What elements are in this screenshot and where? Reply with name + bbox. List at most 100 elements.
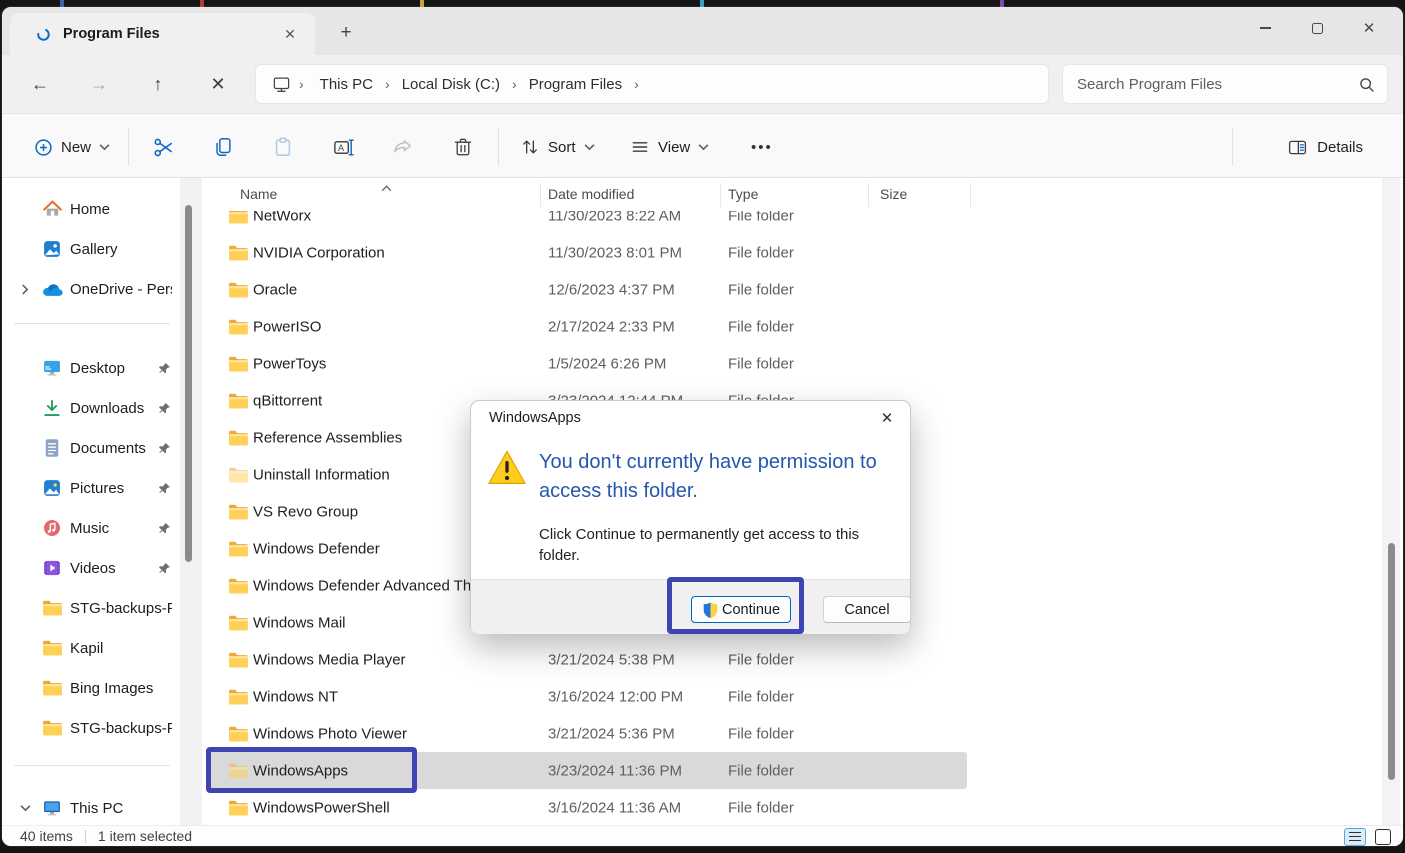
sidebar: HomeGalleryOneDrive - Pers Desktop Downloa… xyxy=(2,178,180,825)
sidebar-item-label: STG-backups-Fl xyxy=(70,600,172,617)
sidebar-item-desktop[interactable]: Desktop xyxy=(2,348,180,388)
search-input[interactable] xyxy=(1077,76,1358,93)
address-bar[interactable]: › This PC›Local Disk (C:)›Program Files› xyxy=(255,64,1049,104)
maximize-button[interactable] xyxy=(1291,7,1343,49)
new-tab-button[interactable]: + xyxy=(332,19,360,47)
close-button[interactable]: ✕ xyxy=(1343,7,1395,49)
chevron-right-icon[interactable] xyxy=(16,284,34,295)
list-scrollbar xyxy=(1382,178,1400,825)
file-row-windowspowershell[interactable]: WindowsPowerShell3/16/2024 11:36 AMFile … xyxy=(210,789,967,826)
cut-button[interactable] xyxy=(143,127,183,167)
permission-dialog: WindowsApps ✕ You don't currently have p… xyxy=(470,400,911,633)
breadcrumb-chevron-icon[interactable]: › xyxy=(508,76,521,92)
file-row-powertoys[interactable]: PowerToys1/5/2024 6:26 PMFile folder xyxy=(210,345,967,382)
file-row-windows-nt[interactable]: Windows NT3/16/2024 12:00 PMFile folder xyxy=(210,678,967,715)
sidebar-item-documents[interactable]: Documents xyxy=(2,428,180,468)
chevron-down-icon[interactable] xyxy=(16,804,34,812)
icons-view-toggle[interactable] xyxy=(1375,829,1391,845)
file-name: Windows Defender Advanced Th xyxy=(253,577,471,594)
breadcrumb-item[interactable]: Program Files xyxy=(521,73,630,96)
sidebar-item-label: Videos xyxy=(70,560,151,577)
dialog-close-icon[interactable]: ✕ xyxy=(874,407,900,429)
tab-program-files[interactable]: Program Files ✕ xyxy=(10,13,315,55)
sidebar-item-music[interactable]: Music xyxy=(2,508,180,548)
folder-icon xyxy=(228,688,249,706)
sidebar-item-kapil[interactable]: Kapil xyxy=(2,628,180,668)
breadcrumb-item[interactable]: This PC xyxy=(312,73,381,96)
view-icon xyxy=(630,137,650,157)
sort-button[interactable]: Sort xyxy=(510,129,605,165)
share-icon xyxy=(392,136,414,158)
sidebar-item-label: This PC xyxy=(70,800,172,817)
breadcrumb-item[interactable]: Local Disk (C:) xyxy=(394,73,508,96)
column-separator[interactable] xyxy=(720,183,721,207)
file-row-windows-photo-viewer[interactable]: Windows Photo Viewer3/21/2024 5:36 PMFil… xyxy=(210,715,967,752)
details-pane-button[interactable]: Details xyxy=(1277,129,1373,165)
up-button[interactable]: ↑ xyxy=(140,67,176,101)
sidebar-item-stg-backups-fl[interactable]: STG-backups-Fl xyxy=(2,588,180,628)
sidebar-item-label: Desktop xyxy=(70,360,151,377)
sidebar-item-onedrive-pers[interactable]: OneDrive - Pers xyxy=(2,269,180,309)
column-separator[interactable] xyxy=(868,183,869,207)
stop-refresh-button[interactable]: ✕ xyxy=(200,67,236,101)
list-scrollbar-thumb[interactable] xyxy=(1388,543,1395,780)
cut-icon xyxy=(152,136,175,159)
rename-button[interactable]: A xyxy=(323,127,363,167)
folder-icon xyxy=(228,355,249,373)
file-type: File folder xyxy=(728,688,794,705)
folder-icon xyxy=(228,503,249,521)
search-icon[interactable] xyxy=(1358,76,1375,93)
chevron-down-icon xyxy=(584,143,595,151)
column-header-size[interactable]: Size xyxy=(880,186,907,202)
view-label: View xyxy=(658,139,690,156)
continue-button[interactable]: Continue xyxy=(691,596,791,623)
column-header-name[interactable]: Name xyxy=(240,186,277,202)
delete-button[interactable] xyxy=(443,127,483,167)
column-header-date[interactable]: Date modified xyxy=(548,186,634,202)
sidebar-item-label: Bing Images xyxy=(70,680,172,697)
column-header-type[interactable]: Type xyxy=(728,186,758,202)
tab-close-icon[interactable]: ✕ xyxy=(279,23,301,45)
file-type: File folder xyxy=(728,355,794,372)
details-view-toggle[interactable] xyxy=(1344,828,1366,846)
more-options-button[interactable]: ••• xyxy=(739,129,785,165)
sidebar-item-downloads[interactable]: Downloads xyxy=(2,388,180,428)
file-type: File folder xyxy=(728,651,794,668)
sidebar-item-label: Documents xyxy=(70,440,151,457)
file-row-oracle[interactable]: Oracle12/6/2023 4:37 PMFile folder xyxy=(210,271,967,308)
view-button[interactable]: View xyxy=(620,129,719,165)
search-box[interactable] xyxy=(1062,64,1388,104)
new-button[interactable]: New xyxy=(24,129,120,165)
loading-spinner-icon xyxy=(36,27,51,42)
sidebar-item-pictures[interactable]: Pictures xyxy=(2,468,180,508)
file-name: PowerISO xyxy=(253,318,321,335)
minimize-button[interactable] xyxy=(1239,7,1291,49)
cancel-button[interactable]: Cancel xyxy=(823,596,911,623)
folder-icon xyxy=(228,799,249,817)
sidebar-item-gallery[interactable]: Gallery xyxy=(2,229,180,269)
forward-button[interactable]: → xyxy=(81,67,117,101)
view-toggles xyxy=(1344,826,1391,846)
copy-button[interactable] xyxy=(203,127,243,167)
sidebar-scrollbar-thumb[interactable] xyxy=(185,205,192,562)
navigation-bar: ← → ↑ ✕ › This PC›Local Disk (C:)›Progra… xyxy=(2,55,1403,113)
breadcrumb-chevron-icon[interactable]: › xyxy=(630,76,643,92)
file-name: PowerToys xyxy=(253,355,326,372)
sidebar-item-videos[interactable]: Videos xyxy=(2,548,180,588)
toolbar-separator xyxy=(498,128,499,166)
file-row-poweriso[interactable]: PowerISO2/17/2024 2:33 PMFile folder xyxy=(210,308,967,345)
file-row-windowsapps[interactable]: WindowsApps3/23/2024 11:36 PMFile folder xyxy=(210,752,967,789)
sidebar-item-stg-backups-fl[interactable]: STG-backups-Fl xyxy=(2,708,180,748)
sidebar-item-bing-images[interactable]: Bing Images xyxy=(2,668,180,708)
file-row-windows-media-player[interactable]: Windows Media Player3/21/2024 5:38 PMFil… xyxy=(210,641,967,678)
file-row-nvidia-corporation[interactable]: NVIDIA Corporation11/30/2023 8:01 PMFile… xyxy=(210,234,967,271)
column-separator[interactable] xyxy=(540,183,541,207)
file-type: File folder xyxy=(728,281,794,298)
back-button[interactable]: ← xyxy=(22,67,58,101)
paste-button[interactable] xyxy=(263,127,303,167)
sidebar-item-home[interactable]: Home xyxy=(2,189,180,229)
column-separator[interactable] xyxy=(970,183,971,207)
sidebar-item-this-pc[interactable]: This PC xyxy=(2,788,180,828)
share-button[interactable] xyxy=(383,127,423,167)
breadcrumb-chevron-icon[interactable]: › xyxy=(381,76,394,92)
